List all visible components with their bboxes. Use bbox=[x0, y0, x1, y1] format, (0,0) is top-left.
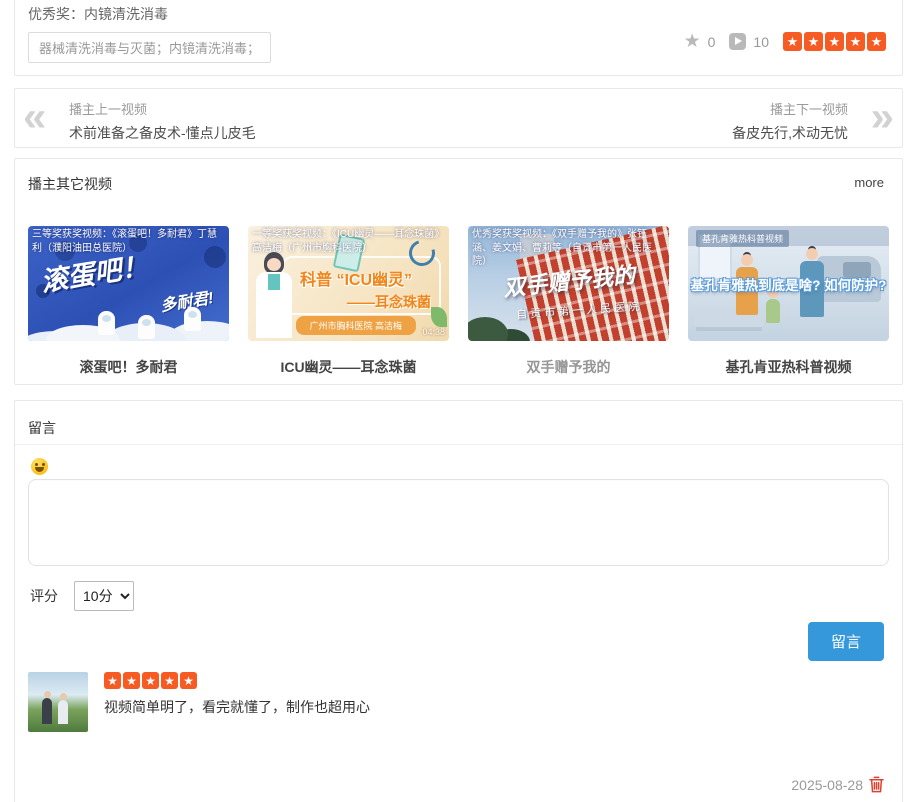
video-stats: ★ 0 10 ★★★★★ bbox=[684, 32, 886, 51]
star-icon: ★ bbox=[783, 32, 802, 51]
video-detail-page: 优秀奖：内镜清洗消毒 器械清洗消毒与灭菌；内镜清洗消毒； ★ 0 10 ★★★★… bbox=[0, 0, 907, 802]
video-info-card: 优秀奖：内镜清洗消毒 器械清洗消毒与灭菌；内镜清洗消毒； ★ 0 10 ★★★★… bbox=[14, 0, 903, 76]
video-thumbnail-2[interactable]: 一等奖获奖视频：《ICU幽灵——耳念珠菌》高洁梅（广州市胸科医院） 科普 “IC… bbox=[248, 226, 449, 341]
prev-video-title: 术前准备之备皮术-懂点儿皮毛 bbox=[69, 123, 256, 143]
play-stat: 10 bbox=[729, 33, 769, 50]
next-chevron-icon[interactable]: » bbox=[871, 95, 888, 137]
thumbnail-4-art-text: 基孔肯雅热到底是啥? 如何防护? bbox=[688, 274, 889, 294]
thumbnail-1-overlay-text: 三等奖获奖视频：《滚蛋吧！多耐君》丁慧利（濮阳油田总医院） bbox=[28, 226, 229, 257]
submit-comment-button[interactable]: 留言 bbox=[808, 622, 884, 661]
comment-input[interactable] bbox=[28, 479, 889, 566]
next-video-label: 播主下一视频 bbox=[732, 99, 848, 118]
thumbnail-2-art-text: 科普 “ICU幽灵” bbox=[300, 266, 412, 290]
video-title-1[interactable]: 滚蛋吧！多耐君 bbox=[80, 357, 178, 377]
video-tags: 器械清洗消毒与灭菌；内镜清洗消毒； bbox=[28, 32, 271, 63]
doctor-illustration bbox=[98, 311, 115, 335]
video-award-title: 优秀奖：内镜清洗消毒 bbox=[28, 4, 168, 24]
video-item-2: 一等奖获奖视频：《ICU幽灵——耳念珠菌》高洁梅（广州市胸科医院） 科普 “IC… bbox=[248, 226, 449, 377]
emoji-picker-icon[interactable] bbox=[31, 458, 48, 475]
next-video-title: 备皮先行,术动无忧 bbox=[732, 123, 848, 143]
comment-footer: 2025-08-28 bbox=[791, 776, 884, 793]
star-icon: ★ bbox=[123, 672, 140, 689]
favorite-star-icon: ★ bbox=[684, 32, 701, 51]
other-videos-header: 播主其它视频 bbox=[28, 174, 112, 194]
star-icon: ★ bbox=[104, 672, 121, 689]
thumbnail-2-banner: 广州市胸科医院 高洁梅 bbox=[295, 316, 416, 335]
thumbnail-2-duration: 04:38 bbox=[422, 327, 445, 337]
thumbnail-2-art-subtext: ——耳念珠菌 bbox=[347, 292, 431, 312]
doctor-illustration bbox=[138, 315, 155, 339]
avatar-figure bbox=[42, 698, 52, 724]
star-icon: ★ bbox=[867, 32, 886, 51]
comment-rating-stars: ★★★★★ bbox=[104, 672, 889, 689]
comment-body: ★★★★★ 视频简单明了，看完就懂了，制作也超用心 bbox=[104, 672, 889, 717]
doctor-illustration bbox=[184, 307, 201, 331]
trash-icon bbox=[869, 776, 884, 793]
comments-card: 留言 评分 10分 留言 ★★★★★ 视频简单明了，看完就懂了，制作也超用心 2… bbox=[14, 400, 903, 802]
star-icon: ★ bbox=[161, 672, 178, 689]
video-title-2[interactable]: ICU幽灵——耳念珠菌 bbox=[280, 357, 416, 377]
delete-comment-button[interactable] bbox=[869, 776, 884, 793]
video-item-3: 优秀奖获奖视频：《双手赠予我的》张钰涵、姜文娟、曹莉等（自贡市第一人民医院） 双… bbox=[468, 226, 669, 377]
avatar-figure bbox=[58, 700, 68, 724]
rating-select[interactable]: 10分 bbox=[74, 581, 134, 611]
star-icon: ★ bbox=[180, 672, 197, 689]
favorite-count: 0 bbox=[708, 34, 716, 50]
video-nav-card: « 播主上一视频 术前准备之备皮术-懂点儿皮毛 播主下一视频 备皮先行,术动无忧… bbox=[14, 88, 903, 148]
star-icon: ★ bbox=[825, 32, 844, 51]
video-item-4: 基孔肯雅热科普视频 基孔肯雅热到底是啥? 如何防护? 基孔肯亚热科普视频 bbox=[688, 226, 889, 377]
video-thumbnail-row: 三等奖获奖视频：《滚蛋吧！多耐君》丁慧利（濮阳油田总医院） 滚蛋吧！ 多耐君! … bbox=[28, 226, 889, 377]
video-thumbnail-3[interactable]: 优秀奖获奖视频：《双手赠予我的》张钰涵、姜文娟、曹莉等（自贡市第一人民医院） 双… bbox=[468, 226, 669, 341]
next-video-link[interactable]: 播主下一视频 备皮先行,术动无忧 bbox=[732, 99, 848, 143]
leaf-shape bbox=[431, 307, 447, 327]
video-rating-stars: ★★★★★ bbox=[783, 32, 886, 51]
star-icon: ★ bbox=[846, 32, 865, 51]
comment-item: ★★★★★ 视频简单明了，看完就懂了，制作也超用心 bbox=[28, 672, 889, 717]
star-icon: ★ bbox=[142, 672, 159, 689]
thumbnail-2-overlay-text: 一等奖获奖视频：《ICU幽灵——耳念珠菌》高洁梅（广州市胸科医院） bbox=[248, 226, 449, 257]
comment-text: 视频简单明了，看完就懂了，制作也超用心 bbox=[104, 697, 889, 717]
rating-label: 评分 bbox=[30, 586, 58, 606]
divider bbox=[15, 444, 902, 445]
thumbnail-4-badge: 基孔肯雅热科普视频 bbox=[696, 230, 789, 247]
tree-shape bbox=[468, 317, 508, 341]
star-icon: ★ bbox=[804, 32, 823, 51]
play-count: 10 bbox=[753, 34, 769, 50]
play-count-icon bbox=[729, 33, 746, 50]
more-link[interactable]: more bbox=[854, 175, 884, 190]
comments-header: 留言 bbox=[28, 418, 56, 438]
video-thumbnail-1[interactable]: 三等奖获奖视频：《滚蛋吧！多耐君》丁慧利（濮阳油田总医院） 滚蛋吧！ 多耐君! bbox=[28, 226, 229, 341]
commenter-avatar bbox=[28, 672, 88, 732]
doctor-illustration bbox=[254, 252, 294, 341]
video-title-4[interactable]: 基孔肯亚热科普视频 bbox=[726, 357, 852, 377]
rating-row: 评分 10分 bbox=[30, 581, 134, 611]
comment-date: 2025-08-28 bbox=[791, 777, 863, 793]
video-item-1: 三等奖获奖视频：《滚蛋吧！多耐君》丁慧利（濮阳油田总医院） 滚蛋吧！ 多耐君! … bbox=[28, 226, 229, 377]
prev-chevron-icon[interactable]: « bbox=[23, 95, 40, 137]
prev-video-link[interactable]: 播主上一视频 术前准备之备皮术-懂点儿皮毛 bbox=[69, 99, 256, 143]
other-videos-card: 播主其它视频 more 三等奖获奖视频：《滚蛋吧！多耐君》丁慧利（濮阳油田总医院… bbox=[14, 158, 903, 385]
thumbnail-3-overlay-text: 优秀奖获奖视频：《双手赠予我的》张钰涵、姜文娟、曹莉等（自贡市第一人民医院） bbox=[468, 226, 669, 271]
favorite-stat: ★ 0 bbox=[684, 32, 716, 51]
video-title-3[interactable]: 双手赠予我的 bbox=[527, 357, 611, 377]
prev-video-label: 播主上一视频 bbox=[69, 99, 256, 118]
video-thumbnail-4[interactable]: 基孔肯雅热科普视频 基孔肯雅热到底是啥? 如何防护? bbox=[688, 226, 889, 341]
